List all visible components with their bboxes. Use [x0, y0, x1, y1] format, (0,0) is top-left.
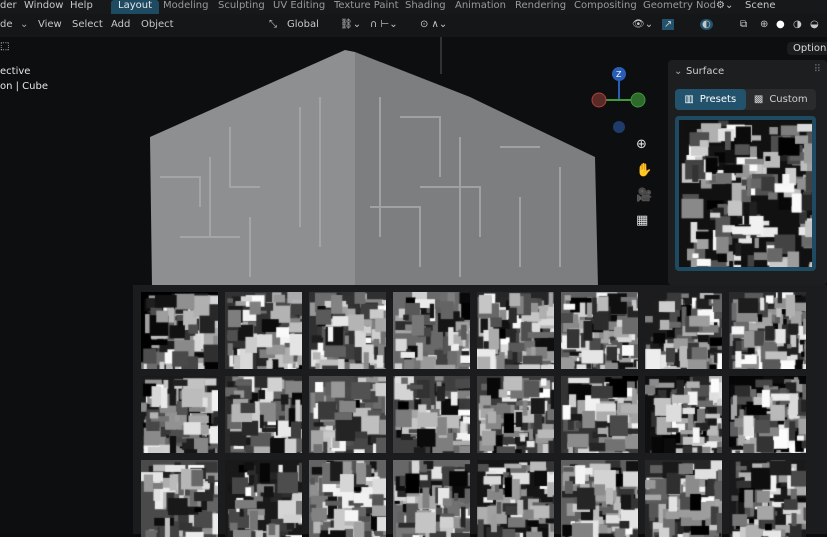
tab-presets[interactable]: ▥ Presets — [675, 89, 746, 110]
preset-thumbnail[interactable] — [729, 376, 806, 453]
tab-animation[interactable]: Animation — [455, 0, 506, 14]
visibility-icon[interactable]: 👁⌄ — [632, 19, 653, 30]
camera-icon[interactable]: 🎥 — [636, 188, 652, 203]
options-button[interactable]: Options — [787, 42, 827, 55]
top-bar: der Window Help Layout Modeling Sculptin… — [0, 0, 827, 14]
preset-thumbnail-grid — [133, 285, 827, 537]
overlay-icon[interactable]: ◐ — [700, 19, 713, 30]
presets-icon: ▥ — [684, 94, 694, 105]
menu-help[interactable]: Help — [70, 0, 93, 14]
preset-thumbnail[interactable] — [645, 376, 722, 453]
scene-name[interactable]: Scene — [745, 0, 776, 14]
proportional-edit-icon[interactable]: ⊙ ∧⌄ — [420, 19, 447, 30]
tab-modeling[interactable]: Modeling — [163, 0, 209, 14]
gizmo-icon[interactable]: ↗ — [662, 19, 675, 30]
panel-title: Surface — [686, 66, 725, 77]
preset-thumbnail[interactable] — [561, 376, 638, 453]
surface-panel: ⌄ Surface ⠿ ▥ Presets ▩ Custom — [668, 60, 827, 285]
preset-thumbnail[interactable] — [477, 292, 554, 369]
snap-icon[interactable]: ∩ ⊢⌄ — [370, 19, 398, 30]
navigation-gizmo[interactable]: Z — [588, 65, 648, 135]
preset-thumbnail[interactable] — [645, 292, 722, 369]
shading-material-icon[interactable]: ◑ — [793, 19, 802, 30]
menu-add[interactable]: Add — [111, 19, 130, 30]
selected-preset-preview[interactable] — [675, 116, 816, 271]
preset-thumbnail[interactable] — [309, 460, 386, 537]
pivot-icon[interactable]: ⛓⌄ — [340, 19, 361, 30]
shading-wireframe-icon[interactable]: ⊕ — [760, 19, 768, 30]
preset-thumbnail[interactable] — [729, 460, 806, 537]
shading-solid-icon[interactable]: ● — [776, 19, 785, 30]
transform-orientation-icon: ⤡ — [269, 19, 277, 30]
preset-thumbnail[interactable] — [645, 460, 722, 537]
grid-perspective-icon[interactable]: ▦ — [636, 213, 648, 228]
checker-icon: ▩ — [753, 94, 764, 105]
preview-image — [679, 120, 812, 267]
preset-thumbnail[interactable] — [141, 460, 218, 537]
tab-shading[interactable]: Shading — [405, 0, 446, 14]
transform-orientation-dropdown[interactable]: Global — [287, 19, 319, 30]
preset-thumbnail[interactable] — [225, 376, 302, 453]
tab-texture-paint[interactable]: Texture Paint — [334, 0, 399, 14]
preset-thumbnail[interactable] — [393, 460, 470, 537]
menu-window[interactable]: Window — [24, 0, 63, 14]
tab-sculpting[interactable]: Sculpting — [218, 0, 265, 14]
viewport-header: de ⌄ View Select Add Object ⤡ Global ⛓⌄ … — [0, 14, 827, 37]
preset-thumbnail[interactable] — [729, 292, 806, 369]
chevron-down-icon: ⌄ — [20, 19, 29, 30]
preset-thumbnail[interactable] — [477, 460, 554, 537]
preset-thumbnail[interactable] — [561, 292, 638, 369]
shading-rendered-icon[interactable]: ◒ — [810, 19, 819, 30]
gizmo-z-label: Z — [616, 70, 622, 79]
menu-object[interactable]: Object — [141, 19, 174, 30]
tab-custom[interactable]: ▩ Custom — [746, 89, 817, 110]
preset-thumbnail[interactable] — [141, 376, 218, 453]
tab-geometry-nodes[interactable]: Geometry Nod — [643, 0, 716, 14]
preset-thumbnail[interactable] — [225, 292, 302, 369]
drag-handle-icon[interactable]: ⠿ — [814, 64, 821, 75]
preset-thumbnail[interactable] — [477, 376, 554, 453]
pan-hand-icon[interactable]: ✋ — [636, 163, 652, 178]
preset-thumbnail[interactable] — [561, 460, 638, 537]
tab-compositing[interactable]: Compositing — [574, 0, 637, 14]
xray-icon[interactable]: ⧉ — [740, 19, 747, 30]
tab-rendering[interactable]: Rendering — [515, 0, 566, 14]
mode-dropdown[interactable]: de — [0, 19, 13, 30]
preset-thumbnail[interactable] — [225, 460, 302, 537]
tab-uv-editing[interactable]: UV Editing — [273, 0, 325, 14]
tab-custom-label: Custom — [769, 94, 808, 105]
zoom-icon[interactable]: ⊕ — [636, 137, 647, 152]
tab-presets-label: Presets — [699, 94, 737, 105]
preset-thumbnail[interactable] — [393, 376, 470, 453]
tab-layout[interactable]: Layout — [111, 0, 159, 14]
preset-thumbnail[interactable] — [309, 292, 386, 369]
menu-view[interactable]: View — [38, 19, 62, 30]
scene-selector-icon[interactable]: ⚙⌄ — [716, 0, 733, 14]
surface-tab-switch: ▥ Presets ▩ Custom — [675, 89, 816, 110]
menu-render[interactable]: der — [0, 0, 17, 14]
preset-thumbnail[interactable] — [393, 292, 470, 369]
collapse-chevron-icon[interactable]: ⌄ — [674, 66, 682, 77]
preset-thumbnail[interactable] — [309, 376, 386, 453]
menu-select[interactable]: Select — [72, 19, 103, 30]
preset-thumbnail[interactable] — [141, 292, 218, 369]
